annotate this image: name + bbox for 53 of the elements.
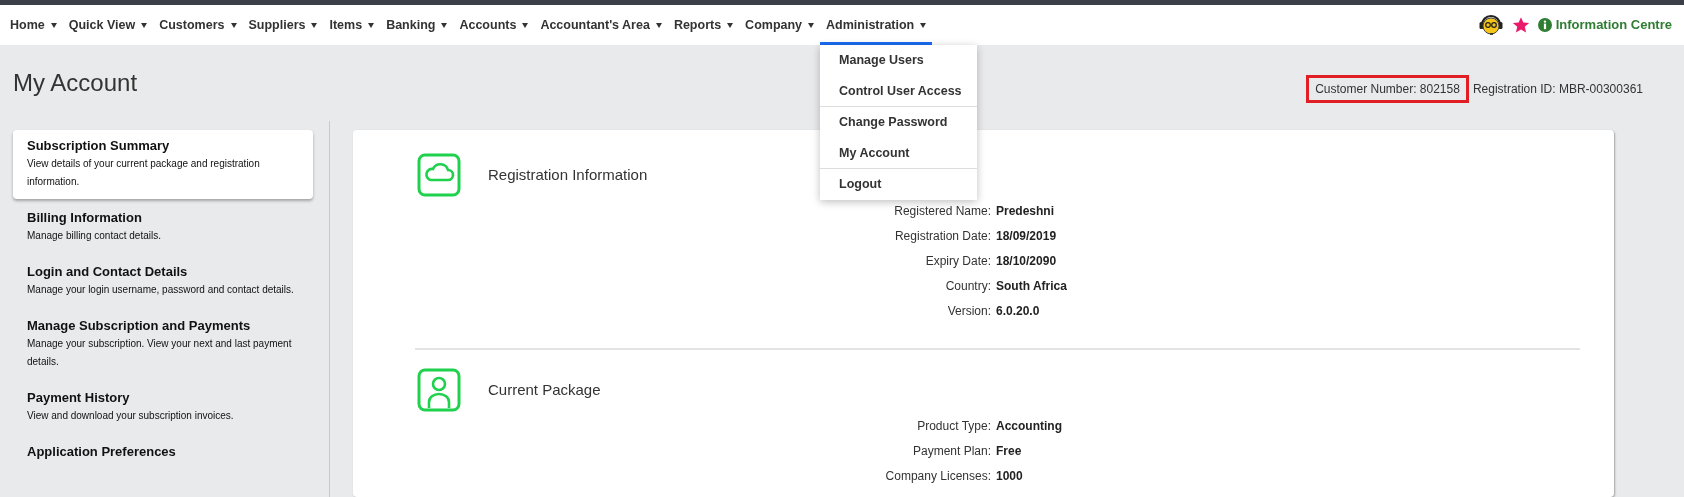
menu-tab[interactable]: Customers xyxy=(153,5,243,45)
star-icon[interactable] xyxy=(1511,16,1530,34)
menu-tab[interactable]: Reports xyxy=(667,5,740,45)
customer-number: Customer Number: 802158 xyxy=(1306,75,1469,103)
field-value: Accounting xyxy=(996,418,1063,435)
sidebar-item-title[interactable]: Manage Subscription and Payments xyxy=(27,317,299,335)
field-value: 18/09/2019 xyxy=(996,228,1058,245)
menu-tab[interactable]: Quick View xyxy=(62,5,154,45)
person-icon xyxy=(417,368,461,412)
field-value: 1000 xyxy=(996,468,1024,485)
support-avatar-icon[interactable] xyxy=(1477,13,1504,37)
field-label: Product Type: xyxy=(916,418,992,435)
field-label: Registered Name: xyxy=(893,203,992,220)
field-value: 18/10/2090 xyxy=(996,253,1058,270)
field-label: Version: xyxy=(946,303,992,320)
info-icon[interactable] xyxy=(1537,18,1552,32)
menu-tab[interactable]: Items xyxy=(323,5,381,45)
sidebar-item-title[interactable]: Application Preferences xyxy=(27,443,299,461)
field-label: Registration Date: xyxy=(893,228,992,245)
field-label: Country: xyxy=(944,278,992,295)
field-label: Payment Plan: xyxy=(911,443,992,460)
field-value: 6.0.20.0 xyxy=(996,303,1041,320)
sidebar-item-title[interactable]: Payment History xyxy=(27,389,299,407)
menu-item[interactable]: Change Password xyxy=(820,107,978,138)
menu-item[interactable]: Logout xyxy=(820,169,978,200)
sidebar-item-description: Manage billing contact details. xyxy=(27,229,162,243)
page-title: My Account xyxy=(13,69,138,98)
menu-item[interactable]: Manage Users xyxy=(820,45,978,76)
section-title: Registration Information xyxy=(488,164,648,185)
field-value: South Africa xyxy=(996,278,1068,295)
sidebar-card[interactable]: Subscription Summary View details of your current package and registration information. xyxy=(13,130,313,199)
section-title: Current Package xyxy=(488,379,601,400)
field-value: Predeshni xyxy=(996,203,1056,220)
sidebar-item-title[interactable]: Subscription Summary xyxy=(27,137,299,155)
information-centre-link[interactable]: Information Centre xyxy=(1555,15,1672,35)
menu-tab[interactable]: Accounts xyxy=(453,5,535,45)
field-value: Free xyxy=(996,443,1023,460)
sidebar-item-description: Manage your login username, password and contact details. xyxy=(27,283,295,297)
sidebar-item-description: View details of your current package and registration information. xyxy=(27,157,261,189)
menu-tab[interactable]: Home xyxy=(4,5,63,45)
menu-tab[interactable]: Banking xyxy=(380,5,454,45)
cloud-icon xyxy=(417,153,461,197)
sidebar-item-title[interactable]: Login and Contact Details xyxy=(27,263,299,281)
registration-id: Registration ID: MBR-00300361 xyxy=(1472,81,1643,98)
sidebar-item-title[interactable]: Billing Information xyxy=(27,209,299,227)
menu-tab[interactable]: Suppliers xyxy=(242,5,324,45)
sidebar-item-description: Manage your subscription. View your next and last payment details. xyxy=(27,337,293,369)
field-label: Expiry Date: xyxy=(924,253,992,270)
menu-tab[interactable]: Company xyxy=(739,5,821,45)
menu-item[interactable]: Control User Access xyxy=(820,76,978,107)
field-label: Company Licenses: xyxy=(884,468,992,485)
menu-tab[interactable]: Accountant's Area xyxy=(534,5,668,45)
sidebar-item-description: View and download your subscription invoices. xyxy=(27,409,235,423)
